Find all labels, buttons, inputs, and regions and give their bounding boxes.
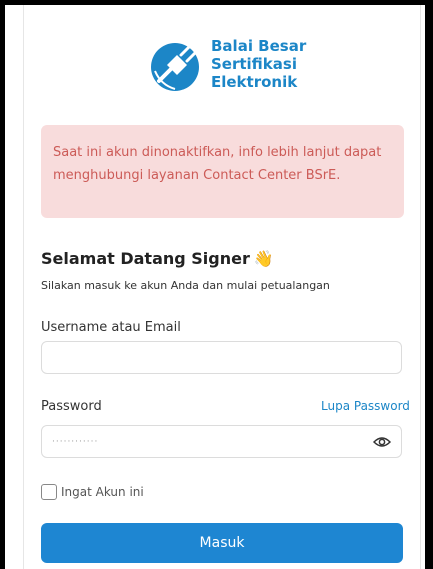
remember-label: Ingat Akun ini <box>61 485 144 499</box>
username-label: Username atau Email <box>41 320 181 335</box>
password-label: Password <box>41 399 102 414</box>
logo-line-3: Elektronik <box>211 73 298 91</box>
login-card: Balai Besar Sertifikasi Elektronik Saat … <box>23 5 421 569</box>
plug-icon <box>151 43 199 91</box>
username-input[interactable] <box>42 342 362 373</box>
welcome-subtitle: Silakan masuk ke akun Anda dan mulai pet… <box>41 279 330 292</box>
alert-message: Saat ini akun dinonaktifkan, info lebih … <box>53 145 382 183</box>
password-field[interactable] <box>41 425 402 458</box>
page-title: Selamat Datang Signer 👋 <box>41 249 274 268</box>
logo-wordmark: Balai Besar Sertifikasi Elektronik <box>211 37 306 91</box>
waving-hand-icon: 👋 <box>253 249 274 268</box>
remember-checkbox[interactable] <box>41 484 57 500</box>
logo-line-2: Sertifikasi <box>211 55 297 73</box>
login-button[interactable]: Masuk <box>41 523 403 563</box>
page-frame: Balai Besar Sertifikasi Elektronik Saat … <box>5 5 425 569</box>
eye-icon[interactable] <box>373 434 391 450</box>
logo-line-1: Balai Besar <box>211 37 307 55</box>
error-alert: Saat ini akun dinonaktifkan, info lebih … <box>41 125 404 218</box>
password-input[interactable] <box>42 426 362 457</box>
username-field[interactable] <box>41 341 402 374</box>
bsre-logo: Balai Besar Sertifikasi Elektronik <box>149 37 319 101</box>
welcome-title: Selamat Datang Signer <box>41 249 250 268</box>
remember-me[interactable]: Ingat Akun ini <box>41 483 144 501</box>
forgot-password-link[interactable]: Lupa Password <box>321 399 410 413</box>
